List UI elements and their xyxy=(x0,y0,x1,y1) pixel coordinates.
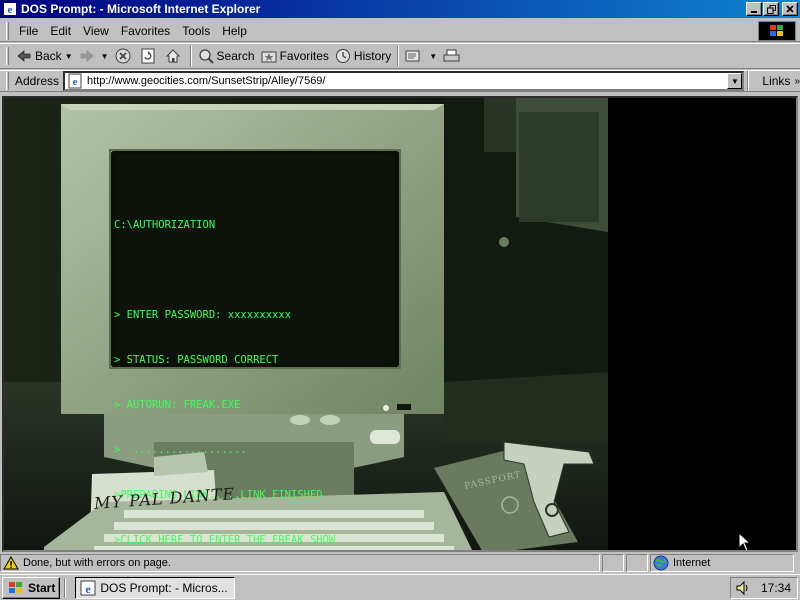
page-content: C:\AUTHORIZATION > ENTER PASSWORD: xxxxx… xyxy=(2,96,798,552)
windows-flag-icon xyxy=(9,581,22,593)
history-label: History xyxy=(353,49,392,63)
volume-speaker-icon[interactable] xyxy=(735,580,751,596)
windows-logo-icon xyxy=(758,21,796,41)
refresh-icon xyxy=(141,48,155,64)
address-bar: Address e http://www.geocities.com/Sunse… xyxy=(0,70,800,92)
favorites-label: Favorites xyxy=(279,49,329,63)
stop-button[interactable] xyxy=(112,45,137,67)
search-icon xyxy=(198,49,214,64)
warning-icon xyxy=(3,556,19,570)
standard-toolbar: Back ▼ ▼ Search Favorites History ▼ xyxy=(0,43,800,69)
menu-file[interactable]: File xyxy=(13,24,44,38)
status-panel-empty xyxy=(626,554,648,572)
address-label: Address xyxy=(15,74,60,88)
svg-text:e: e xyxy=(73,77,78,88)
minimize-button[interactable] xyxy=(746,2,762,16)
forward-button[interactable]: ▼ xyxy=(76,45,112,67)
dos-line: > AUTORUN: FREAK.EXE xyxy=(114,399,241,411)
maximize-button[interactable] xyxy=(763,2,779,16)
taskbar-window-label: DOS Prompt: - Micros... xyxy=(100,580,228,595)
back-label: Back xyxy=(35,49,62,63)
links-button[interactable]: Links » xyxy=(762,74,800,88)
dos-line: > STATUS: PASSWORD CORRECT xyxy=(114,354,279,366)
dos-line: > .................. xyxy=(114,444,247,456)
forward-dropdown-icon[interactable]: ▼ xyxy=(101,52,109,61)
menu-help[interactable]: Help xyxy=(216,24,253,38)
refresh-button[interactable] xyxy=(137,45,162,67)
close-button[interactable] xyxy=(782,2,798,16)
chevron-right-icon: » xyxy=(794,75,800,87)
mouse-cursor-icon xyxy=(738,532,752,550)
restore-icon xyxy=(766,4,776,14)
toolbar-separator xyxy=(397,46,400,66)
title-bar: e DOS Prompt: - Microsoft Internet Explo… xyxy=(0,0,800,18)
start-label: Start xyxy=(28,580,56,595)
security-zone-panel: Internet xyxy=(650,554,794,572)
taskbar-separator xyxy=(64,577,67,598)
toolbar-separator xyxy=(747,71,750,91)
taskbar: Start e DOS Prompt: - Micros... 17:34 xyxy=(0,574,800,600)
history-icon xyxy=(335,49,350,63)
back-arrow-icon xyxy=(17,50,31,62)
back-dropdown-icon[interactable]: ▼ xyxy=(65,52,73,61)
close-icon xyxy=(786,5,794,13)
forward-arrow-icon xyxy=(80,50,94,62)
mail-dropdown-icon[interactable]: ▼ xyxy=(429,52,437,61)
menu-edit[interactable]: Edit xyxy=(44,24,77,38)
history-button[interactable]: History xyxy=(332,45,394,67)
menu-favorites[interactable]: Favorites xyxy=(115,24,176,38)
ie-icon: e xyxy=(80,580,96,596)
address-grip xyxy=(6,72,9,90)
dos-line: C:\AUTHORIZATION xyxy=(114,219,216,231)
clock[interactable]: 17:34 xyxy=(761,581,791,595)
dos-line xyxy=(114,263,335,278)
status-message-panel[interactable]: Done, but with errors on page. xyxy=(0,554,600,572)
status-bar: Done, but with errors on page. Internet xyxy=(0,553,800,573)
security-zone-label: Internet xyxy=(673,557,711,569)
system-tray: 17:34 xyxy=(730,577,798,599)
status-panel-empty xyxy=(602,554,624,572)
mail-icon xyxy=(405,50,420,62)
svg-text:e: e xyxy=(86,582,92,596)
back-button[interactable]: Back ▼ xyxy=(13,45,76,67)
search-label: Search xyxy=(216,49,255,63)
status-message: Done, but with errors on page. xyxy=(23,557,171,569)
taskbar-ie-window-button[interactable]: e DOS Prompt: - Micros... xyxy=(75,576,236,599)
ie-page-icon: e xyxy=(68,73,82,89)
menu-bar: File Edit View Favorites Tools Help xyxy=(0,20,800,42)
home-icon xyxy=(165,49,180,63)
svg-text:e: e xyxy=(8,4,13,16)
menu-grip xyxy=(6,21,9,40)
dos-line: > ENTER PASSWORD: xxxxxxxxxx xyxy=(114,309,292,321)
menu-view[interactable]: View xyxy=(77,24,115,38)
address-dropdown-button[interactable]: ▼ xyxy=(727,73,743,89)
printer-icon xyxy=(443,49,460,62)
minimize-icon xyxy=(751,11,757,13)
home-button[interactable] xyxy=(162,45,187,67)
print-button[interactable] xyxy=(440,45,467,67)
start-button[interactable]: Start xyxy=(2,576,61,599)
favorites-button[interactable]: Favorites xyxy=(258,45,332,67)
globe-icon xyxy=(653,555,669,571)
address-input[interactable]: e http://www.geocities.com/SunsetStrip/A… xyxy=(63,71,745,91)
favorites-folder-icon xyxy=(261,51,277,63)
stop-icon xyxy=(115,48,131,64)
search-button[interactable]: Search xyxy=(195,45,258,67)
enter-freak-show-link[interactable]: >CLICK HERE TO ENTER THE FREAK SHOW xyxy=(114,533,335,548)
links-label: Links xyxy=(762,74,791,88)
toolbar-separator xyxy=(189,46,192,66)
window-title: DOS Prompt: - Microsoft Internet Explore… xyxy=(21,2,261,16)
toolbar-grip xyxy=(6,47,9,65)
ie-icon: e xyxy=(4,3,16,16)
menu-tools[interactable]: Tools xyxy=(176,24,216,38)
mail-button[interactable]: ▼ xyxy=(402,45,440,67)
address-url: http://www.geocities.com/SunsetStrip/All… xyxy=(87,75,326,87)
